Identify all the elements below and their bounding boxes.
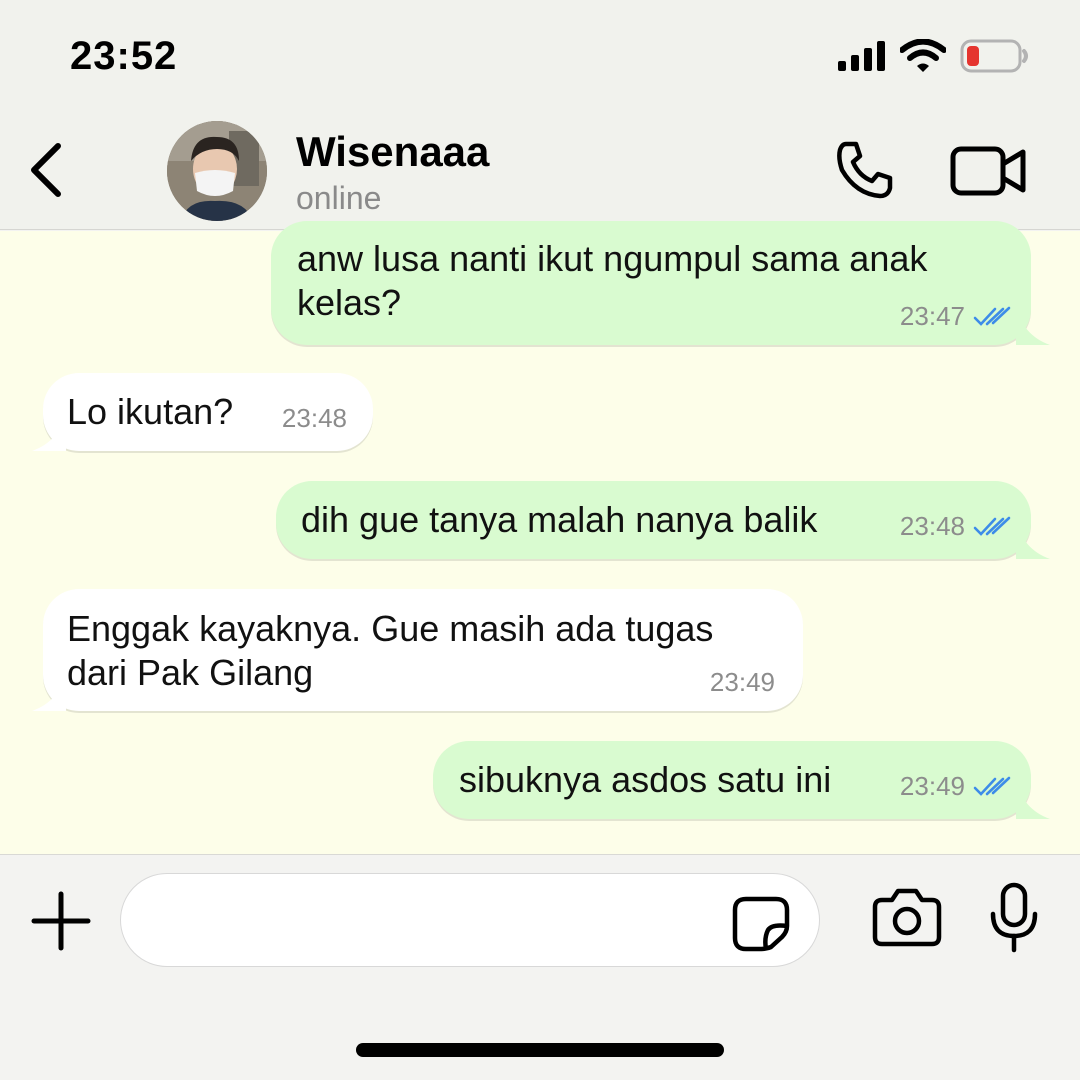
message-time: 23:49 bbox=[899, 771, 965, 801]
phone-icon bbox=[837, 141, 893, 199]
message-time: 23:48 bbox=[899, 511, 965, 541]
video-call-button[interactable] bbox=[950, 144, 1028, 198]
message-bubble-outgoing[interactable]: sibuknya asdos satu ini 23:49 bbox=[433, 741, 1031, 819]
message-bubble-outgoing[interactable]: anw lusa nanti ikut ngumpul sama anak ke… bbox=[271, 221, 1031, 345]
bubble-tail bbox=[32, 671, 66, 711]
camera-button[interactable] bbox=[872, 886, 942, 948]
chat-screen: 23:52 Wisenaaa online anw lusa nanti iku… bbox=[0, 0, 1080, 1080]
message-text-line: kelas? bbox=[297, 282, 402, 323]
avatar-photo-icon bbox=[167, 121, 267, 221]
message-time: 23:47 bbox=[899, 301, 965, 331]
contact-avatar[interactable] bbox=[167, 121, 267, 221]
message-text-line: dari Pak Gilang bbox=[67, 652, 314, 693]
bubble-tail bbox=[1016, 305, 1050, 345]
message-time: 23:48 bbox=[281, 403, 347, 433]
contact-status: online bbox=[296, 180, 382, 216]
read-ticks-icon bbox=[973, 516, 1011, 536]
plus-icon bbox=[31, 891, 91, 951]
bubble-tail bbox=[1016, 519, 1050, 559]
call-button[interactable] bbox=[832, 138, 896, 202]
status-time: 23:52 bbox=[70, 34, 178, 78]
cellular-signal-icon bbox=[838, 41, 885, 71]
message-bubble-outgoing[interactable]: dih gue tanya malah nanya balik 23:48 bbox=[276, 481, 1031, 559]
message-meta: 23:48 bbox=[282, 403, 347, 434]
video-camera-icon bbox=[950, 146, 1026, 196]
battery-low-icon bbox=[960, 39, 1028, 73]
contact-name[interactable]: Wisenaaa bbox=[296, 128, 489, 176]
wifi-icon bbox=[900, 39, 946, 72]
bubble-tail bbox=[1016, 779, 1050, 819]
message-text-line: dih gue tanya malah nanya balik bbox=[301, 499, 818, 540]
message-meta: 23:49 bbox=[900, 771, 1011, 802]
message-time: 23:49 bbox=[709, 667, 775, 697]
microphone-icon bbox=[990, 882, 1038, 953]
back-button[interactable] bbox=[22, 140, 72, 200]
voice-message-button[interactable] bbox=[988, 882, 1040, 954]
message-bubble-incoming[interactable]: Lo ikutan? 23:48 bbox=[43, 373, 373, 451]
message-text-line: anw lusa nanti ikut ngumpul sama anak bbox=[297, 238, 928, 279]
read-ticks-icon bbox=[973, 776, 1011, 796]
camera-icon bbox=[872, 888, 942, 947]
message-text-line: Enggak kayaknya. Gue masih ada tugas bbox=[67, 608, 714, 649]
chat-area[interactable]: anw lusa nanti ikut ngumpul sama anak ke… bbox=[0, 221, 1080, 854]
home-indicator[interactable] bbox=[356, 1043, 724, 1057]
top-bar: 23:52 Wisenaaa online bbox=[0, 0, 1080, 230]
message-bubble-incoming[interactable]: Enggak kayaknya. Gue masih ada tugas dar… bbox=[43, 589, 803, 711]
status-icons bbox=[838, 36, 1030, 76]
sticker-icon bbox=[732, 896, 790, 952]
message-meta: 23:48 bbox=[900, 511, 1011, 542]
message-meta: 23:47 bbox=[900, 301, 1011, 332]
message-text-line: sibuknya asdos satu ini bbox=[459, 759, 832, 800]
message-text-line: Lo ikutan? bbox=[67, 391, 234, 432]
bubble-tail bbox=[32, 411, 66, 451]
message-meta: 23:49 bbox=[710, 667, 775, 698]
read-ticks-icon bbox=[973, 306, 1011, 326]
attach-button[interactable] bbox=[30, 890, 92, 952]
message-input[interactable] bbox=[120, 873, 820, 967]
sticker-button[interactable] bbox=[732, 896, 790, 952]
